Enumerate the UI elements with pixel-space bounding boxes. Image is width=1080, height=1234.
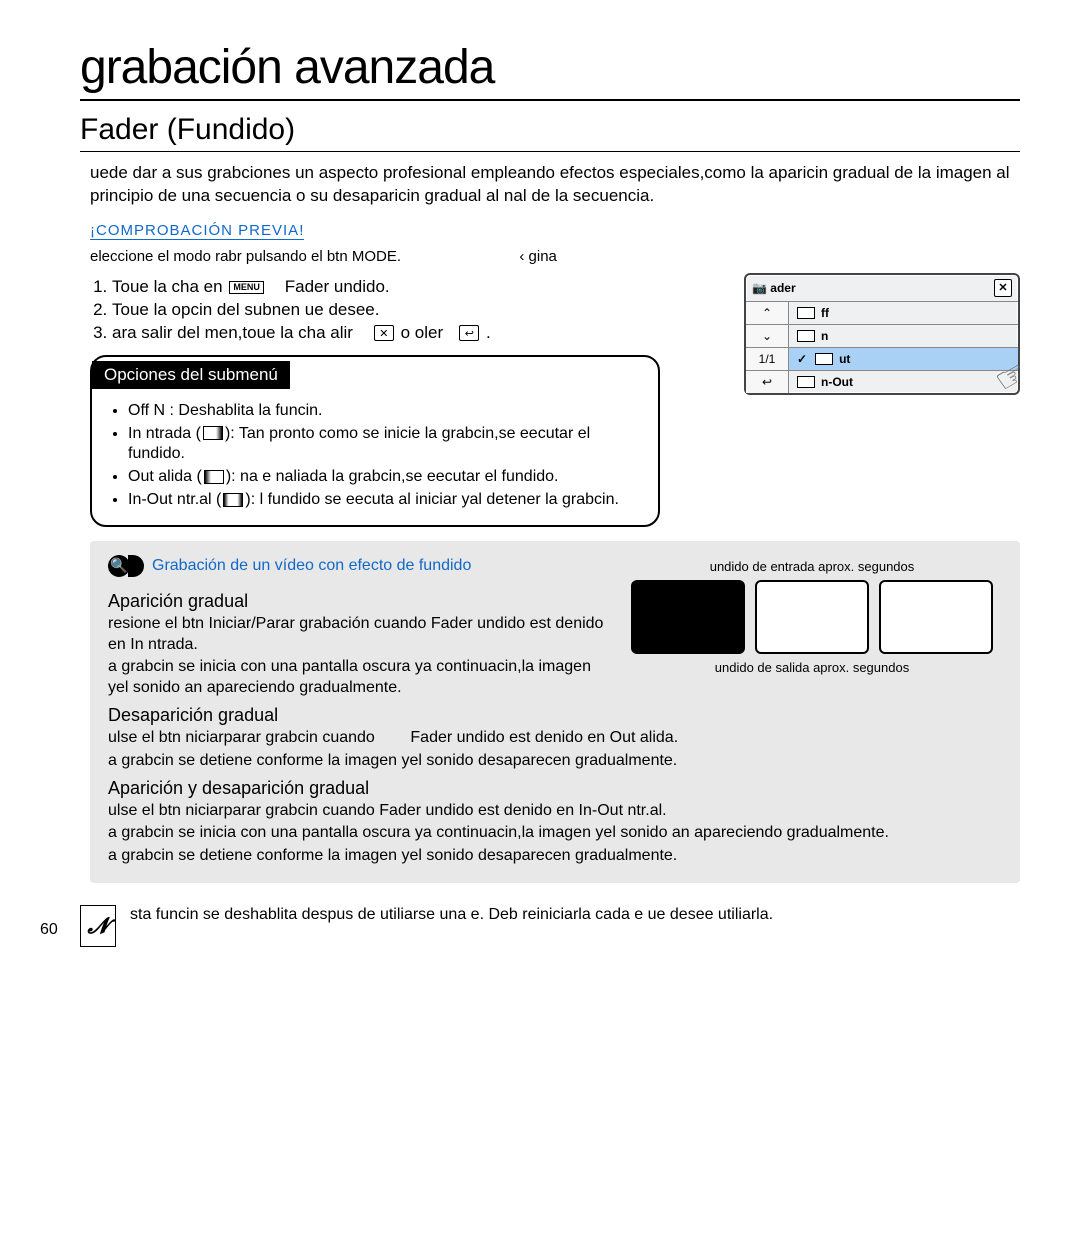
step-1: Toue la cha en MENU Fader undido. (112, 277, 726, 297)
frame-dark (631, 580, 745, 654)
opt-off-sub: N (154, 402, 166, 419)
footnote: 60 𝓝 sta funcin se deshablita despus de … (80, 905, 1020, 947)
cam-up-button: ⌃ (746, 302, 788, 325)
opt-out-desc: ): na e naliada la grabcin,se eecutar el… (226, 468, 559, 485)
cam-page-indicator: 1/1 (746, 348, 788, 371)
p-fade-inout-2: a grabcin se inicia con una pantalla osc… (108, 823, 1002, 844)
magnifier-icon: 🔍 (108, 555, 130, 577)
precheck-page-ref: ‹ gina (519, 248, 557, 265)
caption-fade-in: undido de entrada aprox. segundos (622, 559, 1002, 574)
step-3-end: . (486, 323, 491, 342)
p-fade-inout-3: a grabcin se detiene conforme la imagen … (108, 846, 1002, 867)
fade-out-icon (204, 470, 224, 484)
frame-mid (755, 580, 869, 654)
step-3: ara salir del men,toue la cha alir ✕ o o… (112, 323, 726, 343)
submenu-item-inout: In-Out ntr.al ( ): l fundido se eecuta al… (128, 490, 642, 511)
opt-out-sub: alida ( (158, 468, 202, 485)
cam-ui-title: ader (770, 281, 795, 295)
return-icon: ↩ (459, 325, 479, 341)
step-1-text: Toue la cha en (112, 277, 223, 296)
opt-inout-sub: ntr.al ( (177, 491, 221, 508)
p-fade-out-1: ulse el btn niciarparar grabcin cuando F… (108, 728, 1002, 749)
h-fade-inout: Aparición y desaparición gradual (108, 778, 1002, 799)
footnote-text: sta funcin se deshablita despus de utili… (130, 905, 773, 926)
caption-fade-out: undido de salida aprox. segundos (622, 660, 1002, 675)
submenu-item-out: Out alida ( ): na e naliada la grabcin,se… (128, 467, 642, 488)
cam-return-button: ↩ (746, 371, 788, 393)
cam-item-out: ut (789, 348, 1018, 371)
menu-icon: MENU (229, 281, 264, 294)
cam-item-off: ff (789, 302, 1018, 325)
page-number: 60 (40, 921, 58, 939)
section-title: Fader (Fundido) (80, 113, 1020, 152)
cam-item-off-label: ff (821, 306, 829, 320)
p-fade-out-2: a grabcin se detiene conforme la imagen … (108, 751, 1002, 772)
submenu-options-box: Opciones del submenú Off N : Deshablita … (90, 355, 660, 527)
precheck-label: ¡COMPROBACIÓN PREVIA! (90, 222, 304, 240)
step-3-or: o oler (401, 323, 444, 342)
howto-box: 🔍 Grabación de un vídeo con efecto de fu… (90, 541, 1020, 883)
frame-light (879, 580, 993, 654)
h-fade-out: Desaparición gradual (108, 705, 1002, 726)
submenu-header: Opciones del submenú (92, 361, 290, 389)
howto-heading: 🔍 Grabación de un vídeo con efecto de fu… (108, 555, 471, 577)
cam-item-out-label: ut (839, 352, 850, 366)
close-icon: ✕ (374, 325, 394, 341)
page-title: grabación avanzada (80, 40, 1020, 101)
camera-ui-illustration: 📷 ader ✕ ⌃ ⌄ 1/1 ↩ ff n ut n-Out (744, 273, 1020, 395)
cam-item-in: n (789, 325, 1018, 348)
cam-down-button: ⌄ (746, 325, 788, 348)
cam-close-icon: ✕ (994, 279, 1012, 297)
fade-in-icon (203, 426, 223, 440)
cam-item-inout: n-Out (789, 371, 1018, 393)
howto-heading-text: Grabación de un vídeo con efecto de fund… (152, 557, 471, 575)
step-2: Toue la opcin del subnen ue desee. (112, 300, 726, 320)
cam-item-in-label: n (821, 329, 828, 343)
opt-in-sub: ntrada ( (146, 425, 201, 442)
precheck-text-a: eleccione el modo rabr pulsando el btn (90, 248, 352, 265)
opt-off-desc: : Deshablita la funcin. (170, 402, 323, 419)
fade-illustration: undido de entrada aprox. segundos undido… (622, 559, 1002, 675)
opt-in-label: In (128, 425, 141, 442)
precheck-dot: . (397, 248, 401, 265)
step-2-text: Toue la opcin del subnen ue desee. (112, 300, 379, 319)
cam-item-inout-label: n-Out (821, 375, 853, 389)
opt-inout-desc: ): l fundido se eecuta al iniciar yal de… (245, 491, 619, 508)
step-3-text: ara salir del men,toue la cha alir (112, 323, 353, 342)
opt-inout-label: In-Out (128, 491, 172, 508)
fade-inout-icon (223, 493, 243, 507)
submenu-item-in: In ntrada (): Tan pronto como se inicie … (128, 424, 642, 466)
steps-list: Toue la cha en MENU Fader undido. Toue l… (90, 277, 726, 343)
precheck-text: eleccione el modo rabr pulsando el btn M… (90, 248, 1020, 265)
p-fade-inout-1: ulse el btn niciarparar grabcin cuando F… (108, 801, 1002, 822)
intro-text: uede dar a sus grabciones un aspecto pro… (90, 162, 1020, 208)
note-icon: 𝓝 (80, 905, 116, 947)
mode-button-label: MODE (352, 248, 397, 265)
submenu-item-off: Off N : Deshablita la funcin. (128, 401, 642, 422)
opt-off-label: Off (128, 402, 149, 419)
step-1-target: Fader undido. (285, 277, 390, 296)
opt-out-label: Out (128, 468, 154, 485)
